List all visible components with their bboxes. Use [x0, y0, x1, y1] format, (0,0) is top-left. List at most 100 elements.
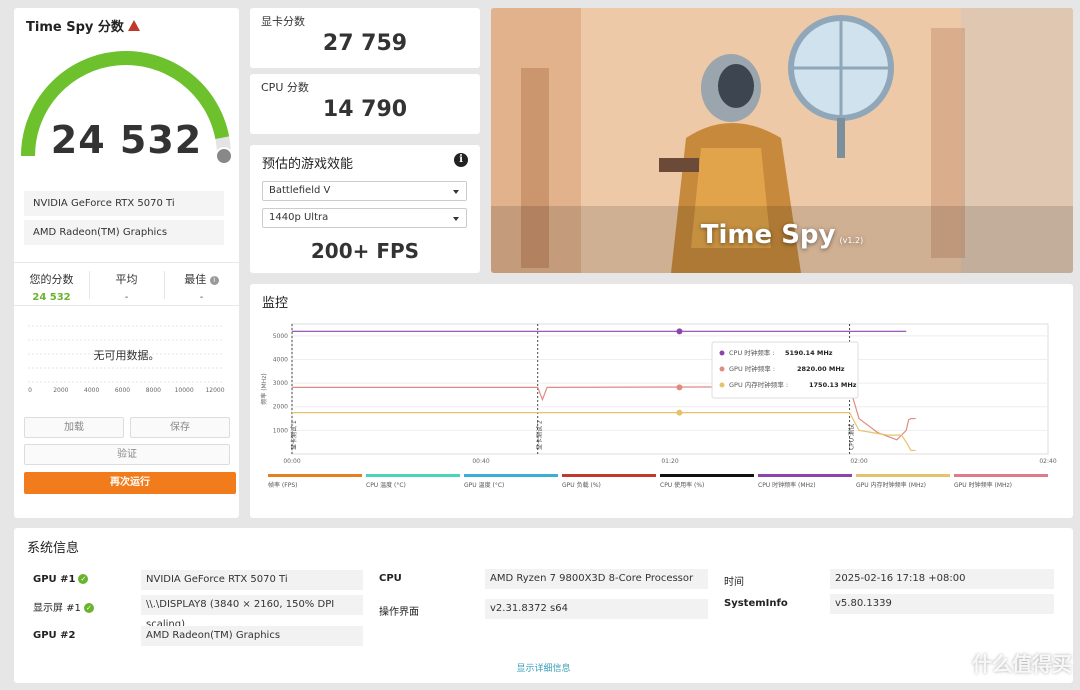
best-col: 最佳 i -: [164, 263, 239, 305]
hist-tick-label: 4000: [84, 387, 99, 394]
y-tick-label: 2000: [273, 404, 288, 411]
cpu-score-box: CPU 分数 14 790: [250, 74, 480, 134]
tooltip-label: CPU 时钟频率 :: [729, 348, 775, 357]
hover-point: [676, 384, 683, 391]
check-icon: ✓: [83, 603, 94, 613]
legend-swatch[interactable]: [856, 474, 950, 477]
check-icon: ✓: [78, 574, 89, 584]
x-tick-label: 00:40: [472, 458, 489, 465]
cpu-key: CPU: [379, 573, 402, 584]
ui-value: v2.31.8372 s64: [485, 599, 708, 619]
monitor-chart: 1000 2000 3000 4000 5000 频率 (MHz) 00:00 00:40 01…: [260, 323, 1057, 489]
chevron-down-icon: [453, 217, 459, 221]
perf-title: 预估的游戏效能: [262, 157, 354, 172]
legend-label[interactable]: CPU 时钟频率 (MHz): [758, 481, 816, 489]
legend-label[interactable]: CPU 使用率 (%): [660, 481, 704, 489]
your-score-col: 您的分数 24 532: [14, 263, 89, 305]
save-button[interactable]: 保存: [130, 417, 230, 438]
hover-point: [676, 328, 683, 335]
your-score-value: 24 532: [32, 292, 71, 303]
hist-tick-label: 0: [28, 387, 32, 394]
tooltip-dot: [719, 350, 725, 356]
score-panel: Time Spy 分数 24 532 NVIDIA GeForce RTX 50…: [14, 8, 239, 518]
verify-button[interactable]: 验证: [24, 444, 230, 465]
cpu-score-label: CPU 分数: [261, 81, 309, 94]
legend-label[interactable]: GPU 负载 (%): [562, 481, 601, 489]
y-tick-label: 1000: [273, 427, 288, 434]
tooltip-value: 2820.00 MHz: [797, 365, 845, 373]
time-key: 时间: [724, 577, 744, 588]
hist-tick-label: 10000: [175, 387, 194, 394]
tooltip-dot: [719, 366, 725, 372]
legend-label[interactable]: 帧率 (FPS): [268, 481, 297, 489]
load-button[interactable]: 加载: [24, 417, 124, 438]
test-marker-label: 显卡测试 2: [536, 420, 544, 450]
tooltip-label: GPU 时钟频率 :: [729, 364, 775, 373]
info-icon[interactable]: i: [209, 275, 219, 285]
legend-label[interactable]: GPU 时钟频率 (MHz): [954, 481, 1012, 489]
hist-tick-label: 8000: [146, 387, 161, 394]
chevron-down-icon: [453, 190, 459, 194]
watermark: 什么值得买: [940, 648, 1072, 679]
systeminfo-value: v5.80.1339: [830, 594, 1054, 614]
system-info-panel: 系统信息 GPU #1 ✓ NVIDIA GeForce RTX 5070 Ti …: [14, 528, 1073, 683]
preset-select[interactable]: 1440p Ultra: [262, 208, 467, 228]
hist-tick-label: 6000: [115, 387, 130, 394]
legend-swatch[interactable]: [464, 474, 558, 477]
tooltip-label: GPU 内存时钟频率 :: [729, 380, 788, 389]
run-again-button[interactable]: 再次运行: [24, 472, 236, 494]
x-tick-label: 00:00: [283, 458, 300, 465]
cpu-value: AMD Ryzen 7 9800X3D 8-Core Processor: [485, 569, 708, 589]
ui-key: 操作界面: [379, 607, 419, 618]
gpu2-line: AMD Radeon(TM) Graphics: [24, 220, 224, 245]
overall-score: 24 532: [50, 118, 203, 162]
y-tick-label: 4000: [273, 356, 288, 363]
tooltip-value: 5190.14 MHz: [785, 349, 833, 357]
monitor-panel: 监控 1000 2000 3000 4000 5000 频率 (MHz) 00:00 00:4…: [250, 284, 1073, 518]
legend-label[interactable]: GPU 内存时钟频率 (MHz): [856, 481, 926, 489]
legend-swatch[interactable]: [268, 474, 362, 477]
cpu-score-value: 14 790: [322, 97, 408, 122]
x-tick-label: 01:20: [661, 458, 678, 465]
game-performance-panel: 预估的游戏效能 i Battlefield V 1440p Ultra 200+…: [250, 145, 480, 273]
legend-label[interactable]: CPU 温度 (°C): [366, 481, 406, 489]
gpu1-key: GPU #1 ✓: [33, 574, 89, 585]
hist-tick-label: 2000: [53, 387, 68, 394]
x-tick-label: 02:40: [1039, 458, 1056, 465]
watermark-logo-icon: [940, 652, 966, 679]
chart-tooltip: CPU 时钟频率 : 5190.14 MHz GPU 时钟频率 : 2820.00…: [711, 341, 859, 399]
display1-key: 显示屏 #1 ✓: [33, 599, 94, 614]
tooltip-dot: [719, 382, 725, 388]
score-title: Time Spy 分数: [26, 16, 140, 35]
hero-title: Time Spy (v1.2): [700, 220, 864, 250]
gpu1-value: NVIDIA GeForce RTX 5070 Ti: [141, 570, 363, 590]
y-tick-label: 5000: [273, 333, 288, 340]
gpu1-line: NVIDIA GeForce RTX 5070 Ti: [24, 191, 224, 216]
gpu-score-value: 27 759: [322, 31, 408, 56]
hover-point: [676, 409, 683, 416]
info-icon[interactable]: i: [454, 153, 468, 167]
y-tick-label: 3000: [273, 380, 288, 387]
plot-area: [291, 323, 1049, 455]
hist-tick-label: 12000: [205, 387, 224, 394]
warning-icon[interactable]: [127, 20, 140, 31]
gpu-score-box: 显卡分数 27 759: [250, 8, 480, 68]
legend-swatch[interactable]: [366, 474, 460, 477]
legend-label[interactable]: GPU 温度 (°C): [464, 481, 504, 489]
gpu-score-label: 显卡分数: [261, 15, 305, 28]
average-col: 平均 -: [89, 263, 164, 305]
y-axis-label: 频率 (MHz): [260, 373, 268, 404]
legend-swatch[interactable]: [758, 474, 852, 477]
fps-estimate: 200+ FPS: [310, 239, 420, 263]
legend-swatch[interactable]: [954, 474, 1048, 477]
display1-value: \\.\DISPLAY8 (3840 × 2160, 150% DPI scal…: [141, 595, 363, 630]
tooltip-value: 1750.13 MHz: [809, 381, 857, 389]
benchmark-hero-image: Time Spy (v1.2): [491, 8, 1073, 273]
test-marker-label: CPU 测试: [848, 424, 856, 450]
show-details-link[interactable]: 显示详细信息: [14, 661, 1073, 674]
gpu2-key: GPU #2: [33, 630, 76, 641]
legend-swatch[interactable]: [660, 474, 754, 477]
game-select[interactable]: Battlefield V: [262, 181, 467, 201]
test-marker-label: 显卡测试 1: [290, 420, 298, 450]
legend-swatch[interactable]: [562, 474, 656, 477]
